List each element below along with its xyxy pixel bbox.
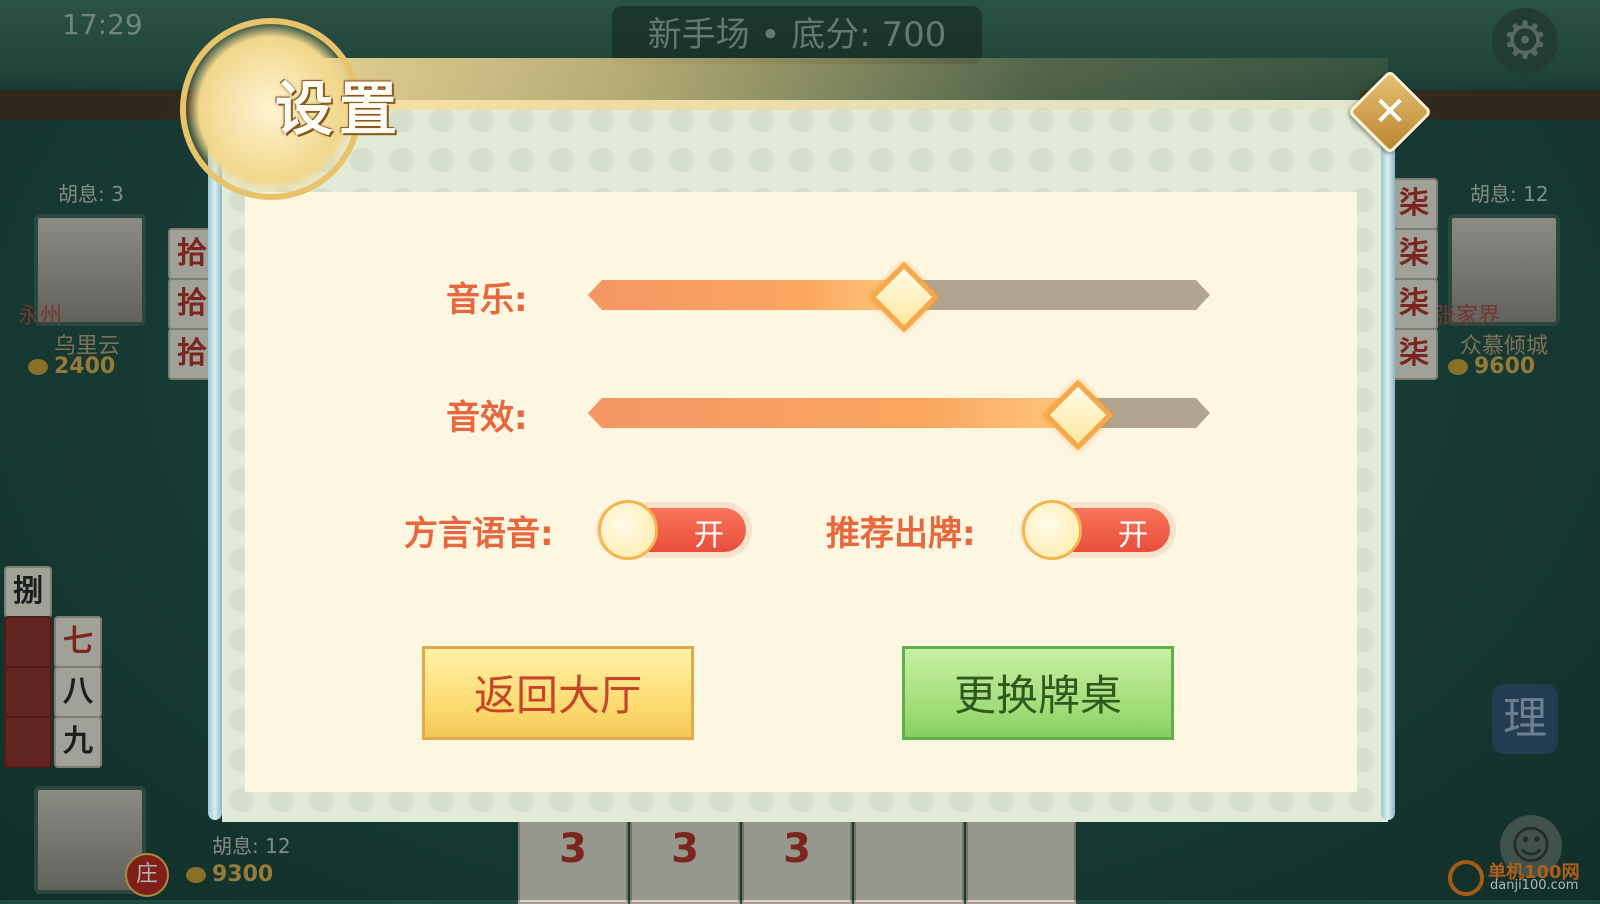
- sound-effects-slider-fill: [588, 398, 1073, 428]
- toggle-state-text: 开: [1118, 518, 1148, 553]
- dialog-title: 设置: [275, 75, 404, 143]
- dialect-voice-toggle[interactable]: 开: [596, 500, 752, 560]
- toggle-knob[interactable]: [1022, 500, 1082, 560]
- dialect-voice-label: 方言语音:: [404, 514, 554, 554]
- music-slider-fill: [588, 280, 899, 310]
- recommend-play-label: 推荐出牌:: [826, 514, 976, 554]
- back-to-lobby-button[interactable]: 返回大厅: [422, 646, 694, 740]
- change-table-button[interactable]: 更换牌桌: [902, 646, 1174, 740]
- toggle-knob[interactable]: [598, 500, 658, 560]
- sound-effects-slider[interactable]: [588, 398, 1210, 428]
- scroll-rod-left: [208, 140, 222, 820]
- music-label: 音乐:: [446, 280, 528, 320]
- scroll-rod-right: [1381, 140, 1395, 820]
- close-icon[interactable]: ✕: [1360, 82, 1420, 142]
- toggle-state-text: 开: [694, 518, 724, 553]
- sound-effects-label: 音效:: [446, 398, 528, 438]
- recommend-play-toggle[interactable]: 开: [1020, 500, 1176, 560]
